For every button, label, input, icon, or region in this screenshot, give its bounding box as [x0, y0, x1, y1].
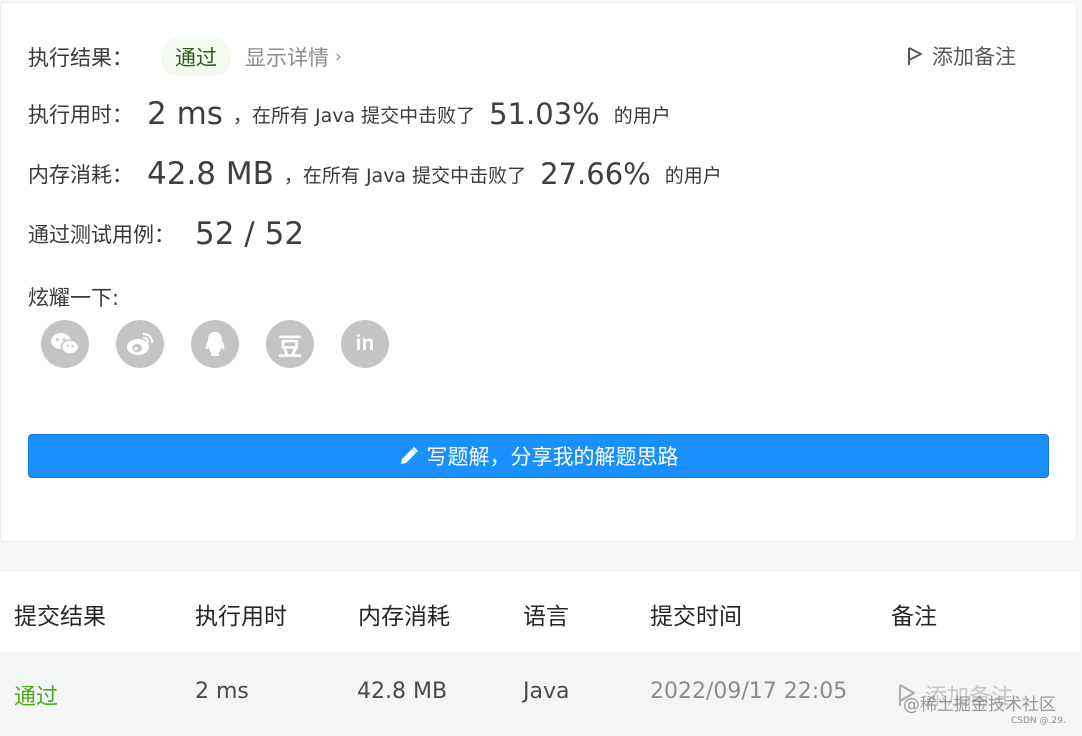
testcases-label: 通过测试用例： — [28, 223, 175, 247]
result-card: 执行结果： 通过 显示详情 › 添加备注 执行用时： 2 ms ，在所有 Jav… — [0, 2, 1077, 542]
row-language: Java — [523, 679, 570, 704]
row-submit-time: 2022/09/17 22:05 — [650, 679, 848, 704]
add-note-label: 添加备注 — [932, 45, 1016, 69]
header-note: 备注 — [891, 604, 937, 630]
chevron-right-icon: › — [335, 47, 342, 67]
testcases-row: 通过测试用例： 52 / 52 — [28, 216, 304, 252]
runtime-value: 2 ms — [147, 96, 223, 132]
douban-share-button[interactable]: 豆 — [266, 320, 314, 368]
write-solution-button[interactable]: 写题解，分享我的解题思路 — [28, 434, 1049, 478]
share-icons: 豆 in — [41, 320, 416, 368]
memory-percent: 27.66% — [540, 157, 651, 191]
show-detail-link[interactable]: 显示详情 › — [245, 42, 342, 72]
runtime-row: 执行用时： 2 ms ，在所有 Java 提交中击败了 51.03% 的用户 — [28, 96, 671, 132]
linkedin-share-button[interactable]: in — [341, 320, 389, 368]
wechat-share-button[interactable] — [41, 320, 89, 368]
weibo-icon — [127, 332, 154, 355]
weibo-share-button[interactable] — [116, 320, 164, 368]
row-memory: 42.8 MB — [357, 679, 448, 704]
memory-value: 42.8 MB — [147, 156, 274, 192]
row-runtime: 2 ms — [195, 679, 249, 704]
result-label: 执行结果： — [28, 46, 133, 70]
testcases-value: 52 / 52 — [195, 216, 305, 252]
runtime-label: 执行用时： — [28, 103, 133, 127]
share-row: 炫耀一下: — [28, 282, 119, 312]
result-row: 执行结果： 通过 显示详情 › — [28, 38, 342, 76]
share-label: 炫耀一下: — [28, 286, 120, 310]
runtime-percent: 51.03% — [489, 97, 600, 131]
memory-suffix: 的用户 — [664, 164, 722, 187]
row-result-link[interactable]: 通过 — [14, 679, 58, 711]
runtime-suffix: 的用户 — [613, 104, 671, 127]
flag-icon — [908, 47, 922, 65]
linkedin-icon: in — [355, 332, 375, 355]
memory-mid-text: ，在所有 Java 提交中击败了 — [283, 164, 527, 187]
write-solution-label: 写题解，分享我的解题思路 — [426, 445, 679, 469]
qq-share-button[interactable] — [191, 320, 239, 368]
douban-icon: 豆 — [278, 332, 302, 361]
wechat-icon — [51, 333, 80, 355]
header-language: 语言 — [523, 604, 569, 630]
header-memory: 内存消耗 — [358, 604, 450, 630]
add-note-button[interactable]: 添加备注 — [906, 41, 1016, 71]
watermark-csdn: CSDN @.29. — [1011, 716, 1066, 726]
header-submit-time: 提交时间 — [650, 604, 742, 630]
header-runtime: 执行用时 — [195, 604, 287, 630]
show-detail-label: 显示详情 — [245, 46, 329, 70]
memory-row: 内存消耗： 42.8 MB ，在所有 Java 提交中击败了 27.66% 的用… — [28, 156, 722, 192]
pencil-icon — [400, 446, 418, 464]
qq-icon — [205, 332, 225, 356]
status-badge: 通过 — [161, 38, 231, 76]
header-result: 提交结果 — [14, 604, 106, 630]
runtime-mid-text: ，在所有 Java 提交中击败了 — [232, 104, 476, 127]
memory-label: 内存消耗： — [28, 163, 133, 187]
watermark-juejin: @稀土掘金技术社区 — [903, 695, 1056, 715]
